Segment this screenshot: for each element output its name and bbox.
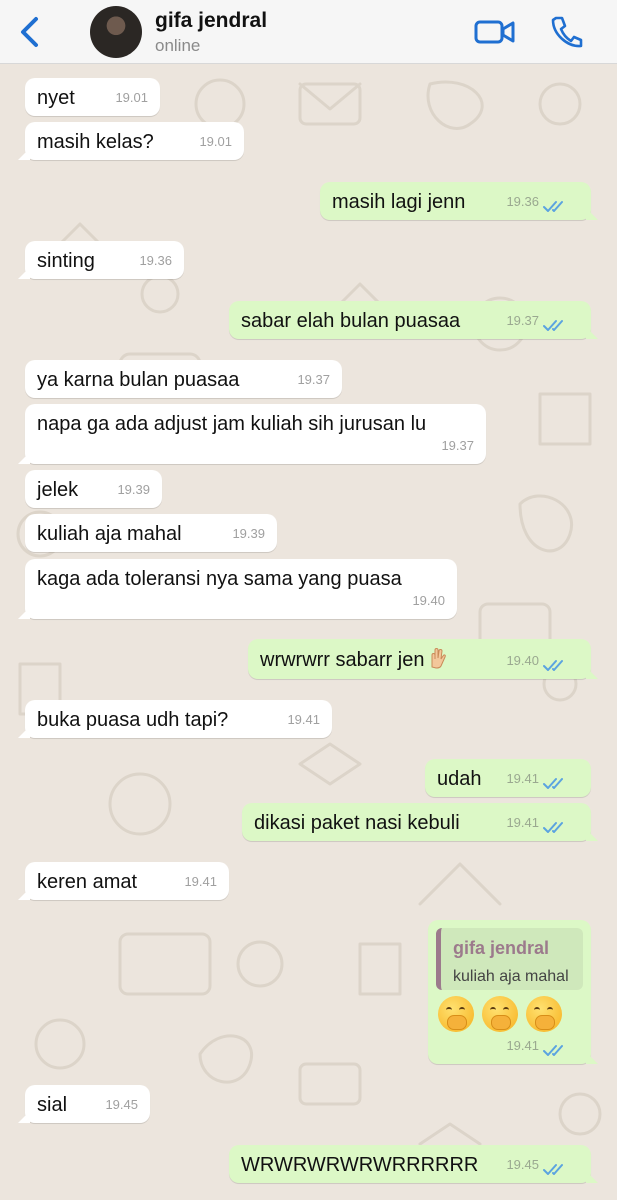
message-bubble-outgoing[interactable]: wrwrwrr sabarr jen 19.40: [248, 639, 598, 679]
message-text: ya karna bulan puasaa: [37, 369, 240, 391]
message-time: 19.45: [506, 1157, 539, 1172]
hand-over-mouth-emoji-icon: [526, 996, 562, 1032]
message-text: napa ga ada adjust jam kuliah sih jurusa…: [37, 413, 427, 435]
message-bubble-outgoing-reply[interactable]: gifa jendral kuliah aja mahal 19.41: [428, 920, 598, 1064]
message-time: 19.41: [184, 874, 217, 889]
phone-call-icon[interactable]: [549, 14, 583, 50]
message-time: 19.41: [506, 1038, 539, 1053]
message-time: 19.45: [105, 1097, 138, 1112]
double-check-read-icon: [543, 1164, 563, 1175]
message-time: 19.39: [232, 526, 265, 541]
contact-name[interactable]: gifa jendral: [155, 9, 267, 33]
message-time: 19.39: [117, 482, 150, 497]
message-bubble-incoming[interactable]: jelek 19.39: [25, 470, 162, 508]
message-text: kuliah aja mahal: [37, 523, 182, 545]
message-bubble-outgoing[interactable]: udah 19.41: [425, 759, 591, 797]
message-text: masih lagi jenn: [332, 191, 466, 213]
message-time: 19.36: [506, 194, 539, 209]
message-time: 19.01: [115, 90, 148, 105]
message-time: 19.40: [412, 593, 445, 608]
message-text: sabar elah bulan puasaa: [241, 310, 461, 332]
quoted-sender-name: gifa jendral: [453, 938, 550, 958]
message-bubble-incoming[interactable]: napa ga ada adjust jam kuliah sih jurusa…: [18, 404, 486, 464]
message-text: nyet: [37, 87, 75, 109]
message-text: wrwrwrr sabarr jen: [260, 649, 425, 671]
chat-area[interactable]: nyet 19.01 masih kelas? 19.01 masih lagi…: [0, 64, 617, 1200]
message-text: jelek: [37, 479, 79, 501]
message-time: 19.37: [297, 372, 330, 387]
message-bubble-incoming[interactable]: kaga ada toleransi nya sama yang puasa 1…: [18, 559, 457, 619]
message-time: 19.36: [139, 253, 172, 268]
double-check-read-icon: [543, 778, 563, 789]
hand-over-mouth-emoji-icon: [438, 996, 474, 1032]
double-check-read-icon: [543, 822, 563, 833]
message-time: 19.01: [199, 134, 232, 149]
message-bubble-incoming[interactable]: kuliah aja mahal 19.39: [25, 514, 277, 552]
message-bubble-incoming[interactable]: sinting 19.36: [18, 241, 184, 279]
message-bubble-incoming[interactable]: ya karna bulan puasaa 19.37: [25, 360, 342, 398]
message-text: dikasi paket nasi kebuli: [254, 812, 460, 834]
double-check-read-icon: [543, 660, 563, 671]
message-bubble-incoming[interactable]: nyet 19.01: [25, 78, 160, 116]
contact-status: online: [155, 36, 201, 55]
contact-avatar[interactable]: [90, 6, 142, 58]
message-text: sinting: [37, 250, 95, 272]
double-check-read-icon: [543, 1045, 563, 1056]
double-check-read-icon: [543, 201, 563, 212]
message-text: sial: [37, 1094, 68, 1116]
message-time: 19.37: [441, 438, 474, 453]
message-bubble-outgoing[interactable]: dikasi paket nasi kebuli 19.41: [242, 803, 598, 841]
message-bubble-incoming[interactable]: sial 19.45: [18, 1085, 150, 1123]
chat-header: gifa jendral online: [0, 0, 617, 64]
message-time: 19.40: [506, 653, 539, 668]
message-bubble-incoming[interactable]: keren amat 19.41: [18, 862, 229, 900]
message-text: udah: [437, 768, 482, 790]
message-text: WRWRWRWRWRRRRRR: [241, 1154, 479, 1176]
raised-hand-emoji-icon: [431, 648, 447, 669]
quoted-text: kuliah aja mahal: [453, 968, 569, 985]
message-time: 19.41: [287, 712, 320, 727]
message-time: 19.41: [506, 815, 539, 830]
message-text: kaga ada toleransi nya sama yang puasa: [37, 568, 402, 590]
message-text: buka puasa udh tapi?: [37, 709, 229, 731]
double-check-read-icon: [543, 320, 563, 331]
message-text: masih kelas?: [37, 131, 154, 153]
back-chevron-icon[interactable]: [14, 14, 46, 50]
message-bubble-incoming[interactable]: masih kelas? 19.01: [18, 122, 244, 160]
message-bubble-outgoing[interactable]: sabar elah bulan puasaa 19.37: [229, 301, 598, 339]
message-bubble-incoming[interactable]: buka puasa udh tapi? 19.41: [18, 700, 332, 738]
message-time: 19.41: [506, 771, 539, 786]
emoji-row: [438, 996, 570, 1038]
hand-over-mouth-emoji-icon: [482, 996, 518, 1032]
message-text: keren amat: [37, 871, 138, 893]
message-time: 19.37: [506, 313, 539, 328]
message-bubble-outgoing[interactable]: masih lagi jenn 19.36: [320, 182, 598, 220]
message-bubble-outgoing[interactable]: WRWRWRWRWRRRRRR 19.45: [229, 1145, 598, 1183]
quoted-message[interactable]: gifa jendral kuliah aja mahal: [436, 928, 583, 990]
video-call-icon[interactable]: [474, 16, 516, 48]
